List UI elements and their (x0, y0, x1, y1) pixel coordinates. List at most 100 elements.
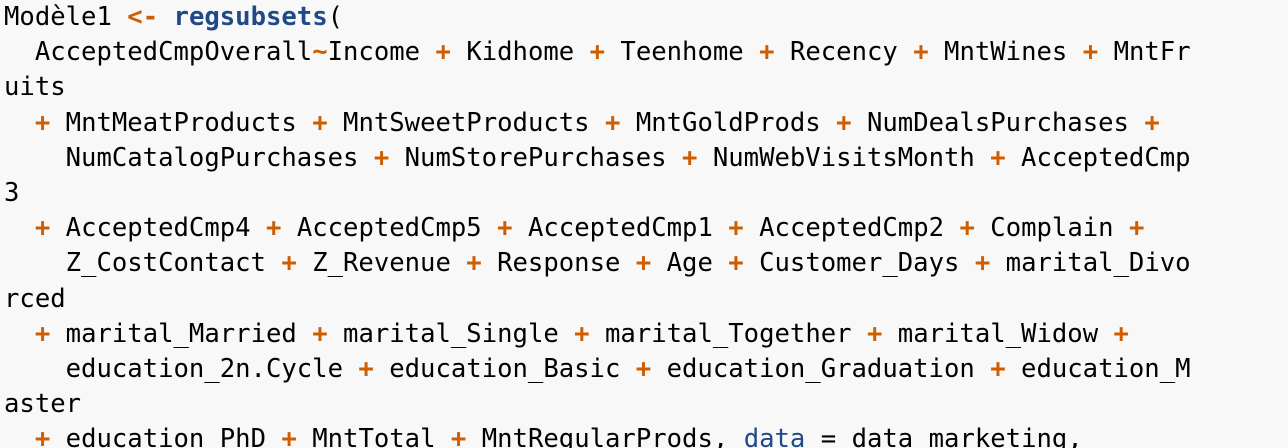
code-text: marital_Widow (882, 318, 1114, 349)
code-line: education_2n.Cycle + education_Basic + e… (4, 352, 1288, 387)
operator-token: + (759, 37, 775, 68)
operator-token: + (990, 353, 1006, 384)
operator-token: + (990, 142, 1006, 173)
operator-token: + (1082, 37, 1099, 68)
code-text: marital_Married (50, 318, 313, 349)
code-text: MntWines (928, 37, 1083, 68)
code-text: Income (327, 37, 436, 68)
operator-token: + (34, 107, 51, 138)
operator-token: + (635, 353, 652, 384)
code-text: MntMeatProducts (50, 107, 313, 138)
operator-token: + (373, 142, 390, 173)
code-text: rced (4, 283, 66, 314)
operator-token: + (358, 353, 374, 384)
operator-token: + (450, 424, 467, 448)
code-text: MntRegularProds, (466, 424, 744, 448)
operator-token: + (866, 318, 883, 349)
code-text: education_M (1005, 353, 1191, 384)
code-text: aster (4, 389, 82, 420)
code-line: NumCatalogPurchases + NumStorePurchases … (4, 141, 1288, 176)
code-line: Z_CostContact + Z_Revenue + Response + A… (4, 246, 1288, 281)
operator-token: + (281, 424, 297, 448)
code-text: uits (4, 72, 66, 103)
code-line: aster (4, 387, 1288, 422)
code-block[interactable]: Modèle1 <- regsubsets( AcceptedCmpOveral… (0, 0, 1288, 448)
code-text: Response (481, 248, 636, 279)
code-text: 3 (4, 177, 20, 208)
code-line: Modèle1 <- regsubsets( (4, 0, 1288, 35)
code-text: Age (651, 248, 729, 279)
operator-token: + (265, 213, 282, 244)
operator-token: + (574, 318, 590, 349)
operator-token: + (682, 142, 698, 173)
code-line: + MntMeatProducts + MntSweetProducts + M… (4, 106, 1288, 141)
code-line: + education_PhD + MntTotal + MntRegularP… (4, 422, 1288, 448)
code-text: Teenhome (605, 37, 760, 68)
code-text: AcceptedCmp5 (281, 213, 498, 244)
operator-token: + (959, 213, 975, 244)
operator-token: + (435, 37, 451, 68)
code-text: MntSweetProducts (327, 107, 605, 138)
operator-token: + (34, 213, 51, 244)
operator-token: + (34, 424, 51, 448)
code-line: uits (4, 70, 1288, 105)
operator-token: + (1144, 107, 1160, 138)
code-text: MntTotal (296, 424, 451, 448)
code-text: Z_Revenue (296, 248, 467, 279)
code-text: AcceptedCmp1 (512, 213, 729, 244)
code-text: ( (327, 2, 344, 32)
code-line: + AcceptedCmp4 + AcceptedCmp5 + Accepted… (4, 211, 1288, 246)
operator-token: + (913, 37, 929, 68)
code-text: NumDealsPurchases (851, 107, 1145, 138)
code-text: AcceptedCmp (1005, 142, 1191, 173)
operator-token: + (1113, 318, 1129, 349)
code-text: marital_Divo (990, 248, 1191, 279)
code-text: NumCatalogPurchases (4, 142, 374, 173)
code-line: AcceptedCmpOverall~Income + Kidhome + Te… (4, 35, 1288, 70)
code-text: marital_Together (589, 318, 867, 349)
code-line: + marital_Married + marital_Single + mar… (4, 317, 1288, 352)
code-text: NumWebVisitsMonth (697, 142, 991, 173)
operator-token: + (466, 248, 482, 279)
code-text: Kidhome (450, 37, 590, 68)
code-text: = (820, 424, 837, 448)
code-text: AcceptedCmpOverall (4, 37, 313, 68)
operator-token: ~ (312, 37, 328, 68)
operator-token: + (728, 213, 744, 244)
code-text: Recency (774, 37, 914, 68)
operator-token: + (312, 107, 328, 138)
operator-token: + (34, 318, 51, 349)
code-text: Complain (974, 213, 1129, 244)
operator-token: + (836, 107, 852, 138)
operator-token: + (604, 107, 621, 138)
operator-token: + (974, 248, 991, 279)
code-line: 3 (4, 176, 1288, 211)
code-text: MntFr (1098, 37, 1191, 68)
operator-token: + (497, 213, 513, 244)
argument-name: data (743, 424, 806, 448)
code-text: AcceptedCmp2 (743, 213, 960, 244)
operator-token: + (1128, 213, 1145, 244)
code-text: Customer_Days (743, 248, 975, 279)
code-line: rced (4, 282, 1288, 317)
code-text: marital_Single (327, 318, 575, 349)
code-text: education_Basic (373, 353, 636, 384)
operator-token: + (312, 318, 328, 349)
code-text: data_marketing, (836, 424, 1083, 448)
code-text: NumStorePurchases (389, 142, 683, 173)
code-text: AcceptedCmp4 (50, 213, 266, 244)
code-text: education_PhD (50, 424, 282, 448)
code-text: MntGoldProds (620, 107, 837, 138)
operator-token: + (589, 37, 606, 68)
function-name: regsubsets (173, 2, 328, 32)
code-text: education_2n.Cycle (4, 353, 359, 384)
operator-token: + (728, 248, 744, 279)
code-text: Modèle1 (4, 2, 128, 32)
operator-token: <- (127, 2, 159, 32)
